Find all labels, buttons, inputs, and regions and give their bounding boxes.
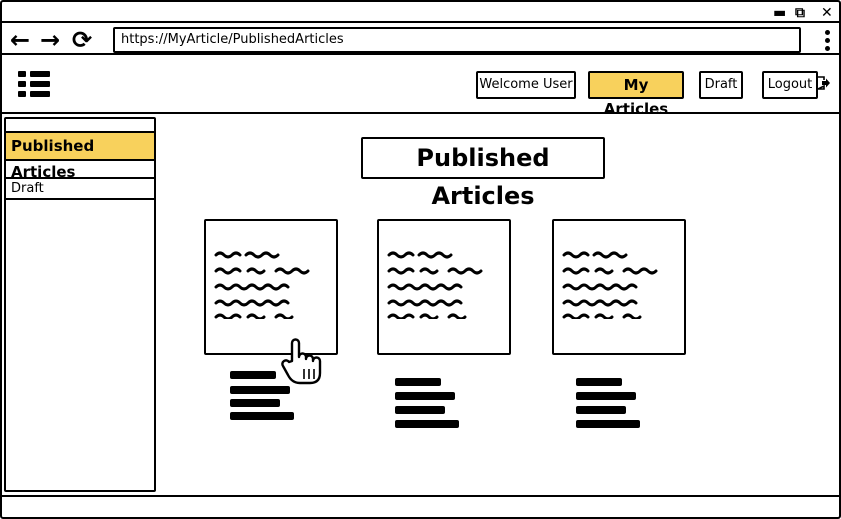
address-bar[interactable]: https://MyArticle/PublishedArticles: [113, 27, 801, 53]
restore-icon[interactable]: ⧉: [795, 6, 805, 20]
page-title: Published Articles: [361, 137, 605, 210]
article-meta-line: [395, 406, 445, 414]
article-card[interactable]: [204, 219, 338, 355]
article-meta-line: [395, 420, 459, 428]
header-divider: [2, 112, 839, 114]
welcome-user-button[interactable]: Welcome User: [476, 71, 576, 99]
status-bar-divider: [2, 495, 839, 497]
scribble-text-icon: [562, 251, 658, 319]
sidebar-item-published-articles[interactable]: Published Articles: [4, 131, 156, 181]
close-icon[interactable]: ✕: [821, 6, 833, 20]
article-meta-line: [230, 371, 276, 379]
sidebar-item-draft[interactable]: Draft: [4, 177, 156, 200]
browser-window: ▬ ⧉ ✕ ← → ⟳ https://MyArticle/PublishedA…: [0, 0, 841, 519]
article-meta-line: [230, 412, 294, 420]
browser-menu-icon[interactable]: [825, 30, 830, 54]
article-meta-line: [576, 420, 640, 428]
reload-icon[interactable]: ⟳: [72, 28, 92, 52]
article-meta-line: [395, 392, 455, 400]
logout-button[interactable]: Logout: [762, 71, 818, 99]
article-meta-line: [230, 386, 290, 394]
hand-pointer-icon: [281, 338, 322, 385]
logout-icon[interactable]: [817, 76, 831, 90]
back-arrow-icon[interactable]: ←: [10, 28, 30, 52]
scribble-text-icon: [214, 251, 310, 319]
my-articles-button[interactable]: My Articles: [588, 71, 684, 118]
titlebar-divider: [2, 21, 839, 23]
article-meta-line: [395, 378, 441, 386]
minimize-icon[interactable]: ▬: [773, 6, 786, 20]
forward-arrow-icon[interactable]: →: [40, 28, 60, 52]
draft-button[interactable]: Draft: [699, 71, 743, 99]
article-meta-line: [576, 392, 636, 400]
toolbar-divider: [2, 53, 839, 55]
article-meta-line: [230, 399, 280, 407]
hamburger-list-icon[interactable]: [18, 71, 50, 97]
article-card[interactable]: [377, 219, 511, 355]
article-card[interactable]: [552, 219, 686, 355]
article-meta-line: [576, 406, 626, 414]
scribble-text-icon: [387, 251, 483, 319]
article-meta-line: [576, 378, 622, 386]
